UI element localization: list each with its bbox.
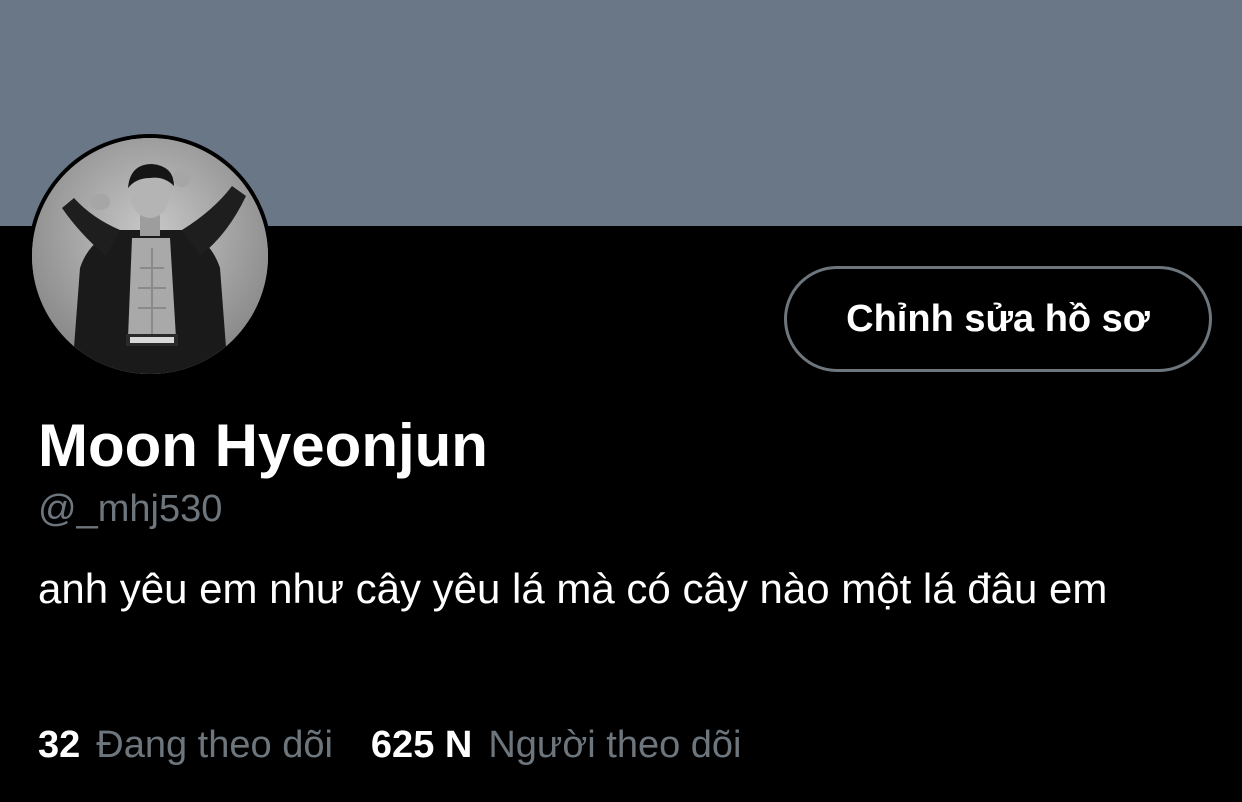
avatar-image (32, 138, 268, 374)
followers-link[interactable]: 625 N Người theo dõi (371, 720, 742, 770)
following-link[interactable]: 32 Đang theo dõi (38, 720, 333, 770)
following-label: Đang theo dõi (96, 724, 333, 766)
followers-label: Người theo dõi (488, 724, 742, 766)
user-handle: @_mhj530 (38, 488, 223, 530)
followers-count: 625 N (370, 724, 473, 766)
avatar[interactable] (28, 134, 272, 378)
following-count: 32 (38, 724, 81, 766)
profile-stats: 32 Đang theo dõi 625 N Người theo dõi (38, 720, 742, 770)
profile-bio: anh yêu em như cây yêu lá mà có cây nào … (38, 565, 1108, 612)
edit-profile-button[interactable]: Chỉnh sửa hồ sơ (784, 266, 1212, 372)
display-name: Moon Hyeonjun (38, 412, 488, 479)
